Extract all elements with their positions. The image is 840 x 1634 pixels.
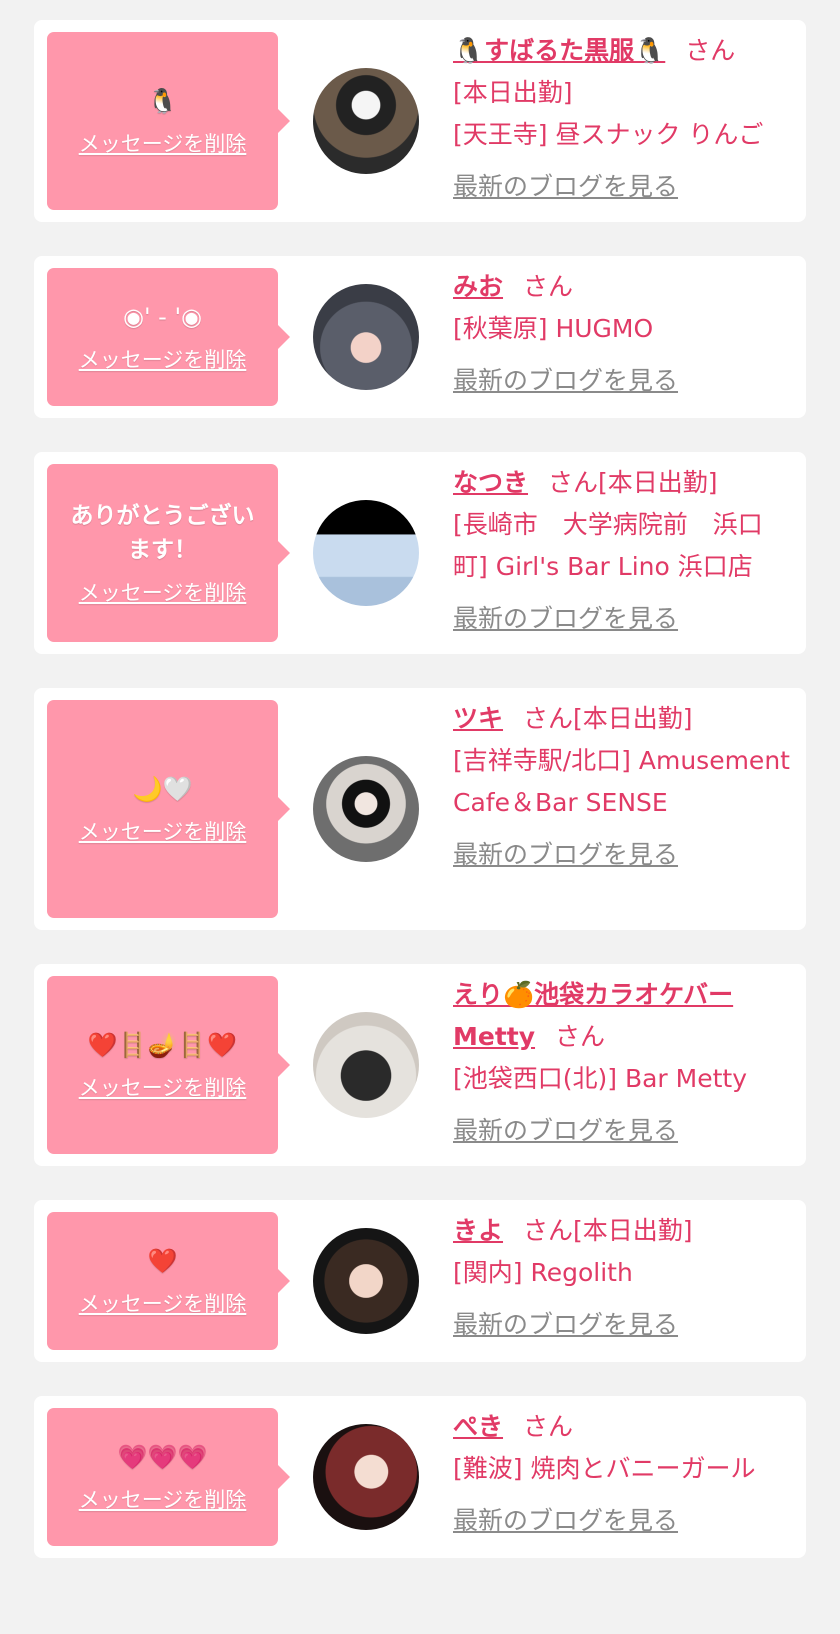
message-text: 🌙🤍: [132, 775, 193, 803]
cast-info: ぺき さん [難波] 焼肉とバニーガール 最新のブログを見る: [453, 1406, 793, 1542]
shop-line: [秋葉原] HUGMO: [453, 314, 654, 343]
status-text: [本日出勤]: [598, 468, 718, 497]
honorific: さん: [523, 704, 574, 733]
avatar[interactable]: [313, 68, 419, 174]
message-text: ◉' - '◉: [123, 303, 202, 331]
delete-message-link[interactable]: メッセージを削除: [79, 577, 247, 607]
shop-line: [吉祥寺駅/北口] Amusement Cafe＆Bar SENSE: [453, 746, 790, 817]
latest-blog-link[interactable]: 最新のブログを見る: [453, 834, 793, 876]
message-text: 🐧: [147, 87, 178, 115]
message-bubble: 💗💗💗 メッセージを削除: [47, 1408, 290, 1546]
cast-name-link[interactable]: ぺき: [453, 1412, 503, 1441]
avatar[interactable]: [313, 1012, 419, 1118]
message-bubble: ❤️🪜🪔🪜❤️ メッセージを削除: [47, 976, 290, 1154]
list-item: 💗💗💗 メッセージを削除 ぺき さん [難波] 焼肉とバニーガール 最新のブログを…: [34, 1396, 806, 1558]
cast-name-link[interactable]: みお: [453, 272, 503, 301]
message-text: ❤️🪜🪔🪜❤️: [87, 1031, 238, 1059]
latest-blog-link[interactable]: 最新のブログを見る: [453, 166, 793, 208]
cast-name-link[interactable]: なつき: [453, 468, 528, 497]
avatar[interactable]: [313, 1228, 419, 1334]
latest-blog-link[interactable]: 最新のブログを見る: [453, 598, 793, 640]
delete-message-link[interactable]: メッセージを削除: [79, 344, 247, 374]
latest-blog-link[interactable]: 最新のブログを見る: [453, 1304, 793, 1346]
shop-line: [池袋西口(北)] Bar Metty: [453, 1064, 748, 1093]
status-text: [本日出勤]: [573, 1216, 693, 1245]
list-item: 🐧 メッセージを削除 🐧すばるた黒服🐧 さん [本日出勤] [天王寺] 昼スナック…: [34, 20, 806, 222]
message-text: 💗💗💗: [117, 1443, 208, 1471]
delete-message-link[interactable]: メッセージを削除: [79, 816, 247, 846]
message-bubble: 🐧 メッセージを削除: [47, 32, 290, 210]
shop-line: [天王寺] 昼スナック りんご: [453, 120, 764, 149]
cast-info: みお さん [秋葉原] HUGMO 最新のブログを見る: [453, 266, 793, 402]
shop-line: [関内] Regolith: [453, 1258, 633, 1287]
delete-message-link[interactable]: メッセージを削除: [79, 1288, 247, 1318]
delete-message-link[interactable]: メッセージを削除: [79, 1072, 247, 1102]
message-text: ありがとうござい ます！: [70, 503, 255, 563]
honorific: さん: [523, 1412, 574, 1441]
avatar[interactable]: [313, 1424, 419, 1530]
list-item: 🌙🤍 メッセージを削除 ツキ さん[本日出勤] [吉祥寺駅/北口] Amuseme…: [34, 688, 806, 930]
avatar[interactable]: [313, 756, 419, 862]
shop-line: [長崎市 大学病院前 浜口町] Girl's Bar Lino 浜口店: [453, 510, 763, 581]
message-bubble: ❤️ メッセージを削除: [47, 1212, 290, 1350]
cast-name-link[interactable]: きよ: [453, 1216, 503, 1245]
following-cast-list: 🐧 メッセージを削除 🐧すばるた黒服🐧 さん [本日出勤] [天王寺] 昼スナック…: [0, 0, 840, 1634]
delete-message-link[interactable]: メッセージを削除: [79, 1484, 247, 1514]
cast-info: なつき さん[本日出勤] [長崎市 大学病院前 浜口町] Girl's Bar L…: [453, 462, 793, 640]
message-text: ❤️: [147, 1247, 178, 1275]
latest-blog-link[interactable]: 最新のブログを見る: [453, 1110, 793, 1152]
avatar[interactable]: [313, 500, 419, 606]
honorific: さん: [548, 468, 599, 497]
cast-info: きよ さん[本日出勤] [関内] Regolith 最新のブログを見る: [453, 1210, 793, 1346]
list-item: ❤️ メッセージを削除 きよ さん[本日出勤] [関内] Regolith 最新の…: [34, 1200, 806, 1362]
message-bubble: ◉' - '◉ メッセージを削除: [47, 268, 290, 406]
message-bubble: 🌙🤍 メッセージを削除: [47, 700, 290, 918]
shop-line: [本日出勤]: [453, 78, 573, 107]
list-item: ありがとうござい ます！ メッセージを削除 なつき さん[本日出勤] [長崎市 大…: [34, 452, 806, 654]
cast-info: ツキ さん[本日出勤] [吉祥寺駅/北口] Amusement Cafe＆Bar …: [453, 698, 793, 876]
shop-line: [難波] 焼肉とバニーガール: [453, 1454, 756, 1483]
cast-info: 🐧すばるた黒服🐧 さん [本日出勤] [天王寺] 昼スナック りんご 最新のブログ…: [453, 30, 793, 208]
delete-message-link[interactable]: メッセージを削除: [79, 128, 247, 158]
cast-name-link[interactable]: 🐧すばるた黒服🐧: [453, 36, 665, 65]
cast-info: えり🍊池袋カラオケバーMetty さん [池袋西口(北)] Bar Metty 最…: [453, 974, 793, 1152]
honorific: さん: [555, 1022, 606, 1051]
honorific: さん: [523, 1216, 574, 1245]
cast-name-link[interactable]: ツキ: [453, 704, 503, 733]
status-text: [本日出勤]: [573, 704, 693, 733]
latest-blog-link[interactable]: 最新のブログを見る: [453, 360, 793, 402]
list-item: ◉' - '◉ メッセージを削除 みお さん [秋葉原] HUGMO 最新のブログ…: [34, 256, 806, 418]
message-bubble: ありがとうござい ます！ メッセージを削除: [47, 464, 290, 642]
list-item: ❤️🪜🪔🪜❤️ メッセージを削除 えり🍊池袋カラオケバーMetty さん [池袋西…: [34, 964, 806, 1166]
avatar[interactable]: [313, 284, 419, 390]
honorific: さん: [685, 36, 736, 65]
latest-blog-link[interactable]: 最新のブログを見る: [453, 1500, 793, 1542]
honorific: さん: [523, 272, 574, 301]
